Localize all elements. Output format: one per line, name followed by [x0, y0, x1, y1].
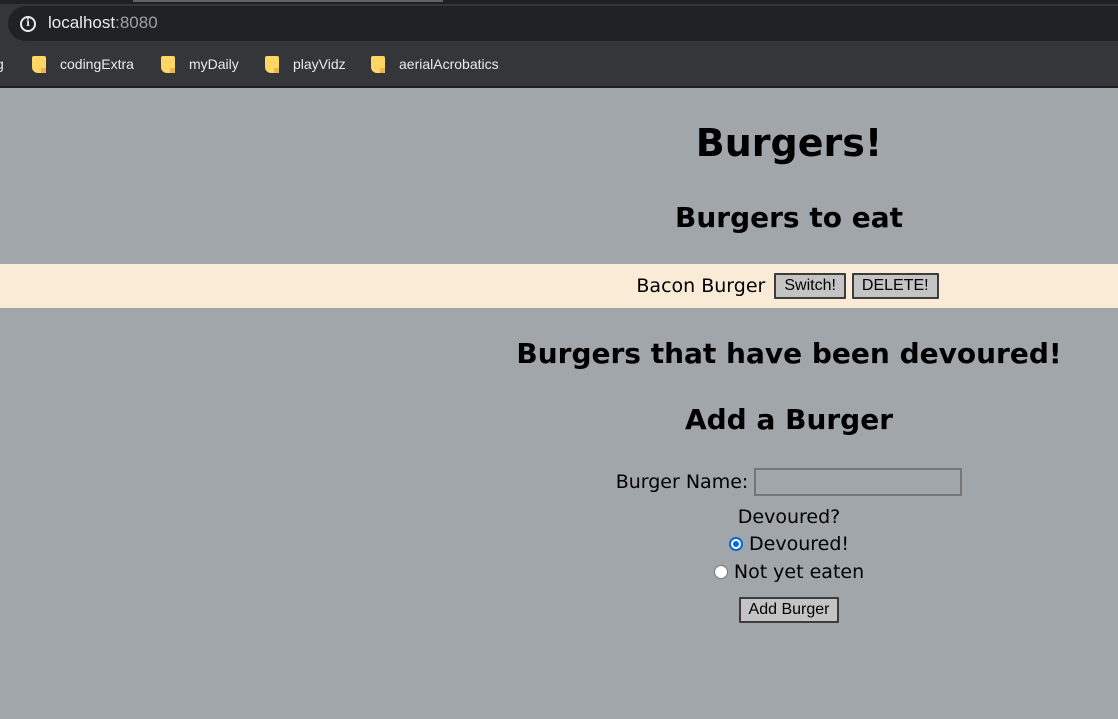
delete-button[interactable]: DELETE! — [851, 273, 939, 299]
bookmark-label: codingExtra — [60, 56, 134, 72]
bookmark-label: myDaily — [189, 56, 239, 72]
radio-button-checked[interactable] — [729, 537, 743, 551]
add-burger-button[interactable]: Add Burger — [738, 597, 840, 623]
burger-name-label: Burger Name: — [615, 471, 749, 493]
folder-icon — [371, 55, 385, 73]
folder-icon — [32, 55, 46, 73]
radio-button[interactable] — [713, 565, 728, 579]
bookmark-folder-aerialacrobatics[interactable]: aerialAcrobatics — [371, 53, 499, 75]
burger-name-input[interactable] — [754, 468, 963, 496]
bookmark-folder-mydaily[interactable]: myDaily — [161, 53, 239, 75]
folder-icon — [265, 55, 279, 73]
page-content: Burgers! Burgers to eat Bacon Burger Swi… — [0, 88, 1118, 719]
burger-list-item: Bacon Burger Switch! DELETE! — [0, 264, 1118, 308]
bookmark-label: g — [0, 56, 4, 72]
radio-option-not-eaten[interactable]: Not yet eaten — [460, 561, 1118, 583]
devoured-question: Devoured? — [737, 506, 841, 528]
bookmark-folder-playvidz[interactable]: playVidz — [265, 53, 346, 75]
burger-row-content: Bacon Burger Switch! DELETE! — [460, 264, 1118, 308]
url-host: localhost — [48, 13, 116, 32]
devoured-heading: Burgers that have been devoured! — [516, 337, 1062, 370]
address-bar[interactable]: i localhost:8080 — [8, 6, 1118, 41]
active-tab-edge[interactable] — [133, 0, 443, 2]
info-icon[interactable]: i — [20, 16, 36, 32]
radio-label: Devoured! — [749, 533, 849, 555]
url-text[interactable]: localhost:8080 — [48, 13, 158, 33]
browser-chrome: i localhost:8080 g codingExtra myDaily p… — [0, 0, 1118, 88]
switch-button[interactable]: Switch! — [774, 273, 846, 299]
bookmark-bar: g codingExtra myDaily playVidz aerialAcr… — [0, 44, 1118, 84]
bookmark-label: playVidz — [293, 56, 346, 72]
folder-icon — [161, 55, 175, 73]
bookmark-label: aerialAcrobatics — [399, 56, 499, 72]
add-burger-heading: Add a Burger — [684, 403, 894, 436]
url-port: :8080 — [115, 13, 158, 32]
burger-name-row: Burger Name: — [460, 468, 1118, 496]
bookmark-folder-partial[interactable]: g — [0, 53, 4, 75]
bookmark-folder-codingextra[interactable]: codingExtra — [32, 53, 134, 75]
radio-label: Not yet eaten — [733, 561, 865, 583]
to-eat-heading: Burgers to eat — [675, 201, 903, 234]
burger-name: Bacon Burger — [636, 275, 766, 297]
radio-option-devoured[interactable]: Devoured! — [460, 533, 1118, 555]
page-title: Burgers! — [695, 121, 883, 165]
submit-row: Add Burger — [460, 597, 1118, 623]
